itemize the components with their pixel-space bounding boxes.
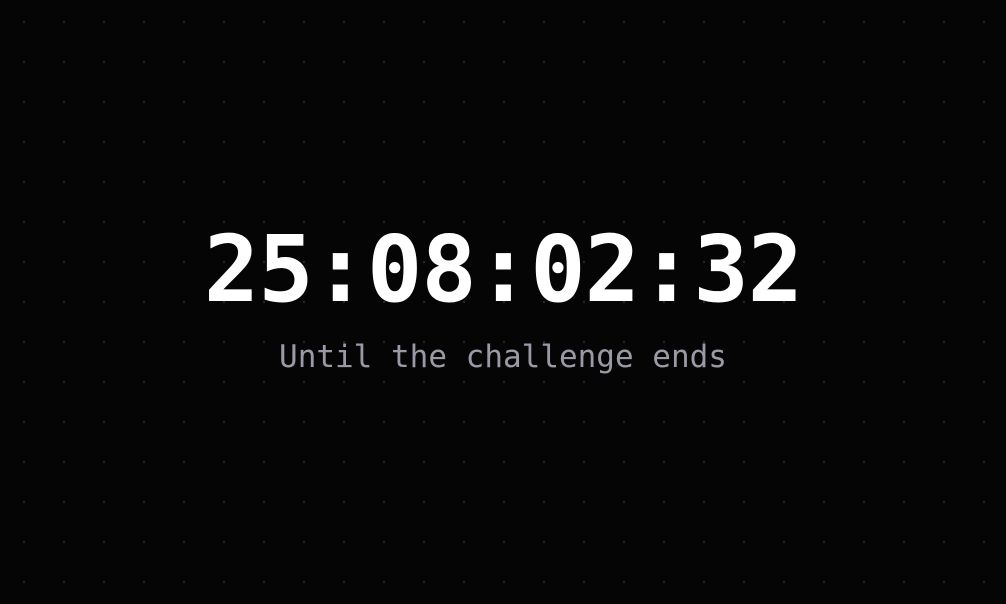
countdown-caption: Until the challenge ends (279, 339, 727, 375)
countdown-screen: 25:08:02:32 Until the challenge ends (0, 0, 1006, 604)
countdown-timer: 25:08:02:32 (203, 216, 803, 323)
